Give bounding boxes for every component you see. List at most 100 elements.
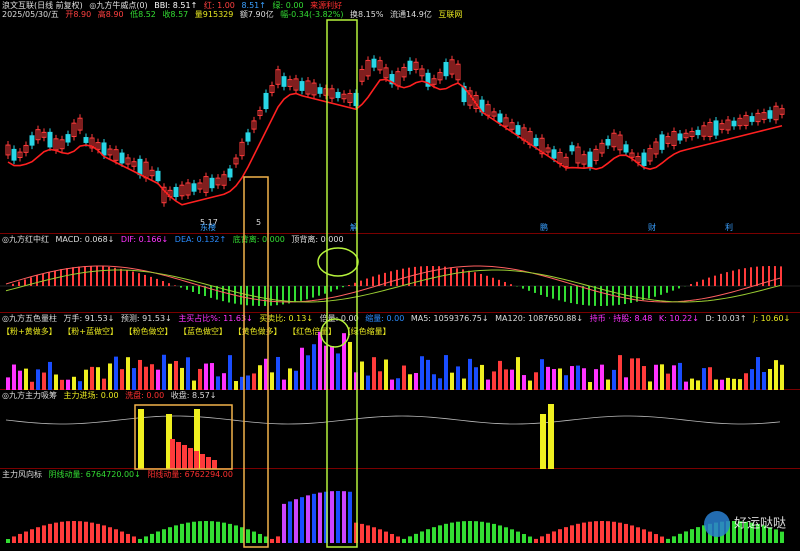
macd-bar — [240, 286, 242, 305]
candle-body — [659, 134, 665, 150]
wind-bar — [282, 503, 286, 543]
macd-chart[interactable] — [0, 234, 800, 313]
candle-body — [281, 76, 287, 87]
macd-bar — [150, 276, 152, 286]
macd-panel[interactable]: ◎九方红中红 MACD: 0.068↓ DIF: 0.166↓ DEA: 0.1… — [0, 234, 800, 313]
wind-bar — [276, 536, 280, 543]
wind-bar — [270, 538, 274, 543]
volume-bar — [474, 367, 478, 390]
wind-chart[interactable] — [0, 469, 800, 551]
wind-bar — [144, 536, 148, 543]
macd-bar — [570, 286, 572, 304]
macd-bar — [594, 286, 596, 306]
wind-bar — [504, 527, 508, 543]
candle-body — [263, 92, 269, 110]
fund-chart[interactable] — [0, 390, 800, 469]
wind-bar — [306, 495, 310, 543]
macd-bar — [36, 275, 38, 286]
wind-bar — [450, 522, 454, 543]
wind-bar — [330, 491, 334, 543]
candle-body — [641, 152, 647, 167]
macd-bar — [390, 271, 392, 286]
volume-bar — [42, 372, 46, 390]
inflow-bar — [548, 404, 554, 469]
volume-bar — [648, 381, 652, 390]
macd-bar — [360, 280, 362, 286]
wind-bar — [576, 523, 580, 543]
wind-bar — [366, 525, 370, 543]
wind-bar — [528, 536, 532, 543]
volume-bar — [714, 379, 718, 390]
candle-body — [605, 139, 611, 146]
candle-body — [623, 144, 629, 153]
volume-bar — [252, 373, 256, 390]
wind-bar — [264, 536, 268, 543]
macd-bar — [12, 283, 14, 286]
volume-bar — [606, 379, 610, 390]
macd-bar — [216, 286, 218, 300]
wind-panel[interactable]: 主力风向标 阴线动量: 6764720.00↓ 阳线动量: 6762294.00 — [0, 469, 800, 551]
volume-bar — [324, 345, 328, 390]
wind-bar — [570, 525, 574, 543]
volume-bar — [426, 359, 430, 390]
candle-body — [713, 120, 719, 136]
fund-panel[interactable]: ◎九方主力吸筹 主力进场: 0.00 洗盘: 0.00 收盘: 8.57↓ — [0, 390, 800, 469]
wash-bar — [182, 445, 187, 469]
wind-bar — [600, 521, 604, 543]
wind-bar — [198, 521, 202, 543]
wind-bar — [594, 521, 598, 543]
wash-bar — [170, 439, 175, 469]
wind-bar — [564, 527, 568, 543]
macd-bar — [18, 281, 20, 286]
volume-bar — [372, 357, 376, 390]
volume-bar — [432, 374, 436, 390]
wash-bar — [188, 448, 193, 469]
wind-bar — [624, 523, 628, 543]
wash-bar — [200, 454, 205, 469]
macd-bar — [180, 286, 182, 288]
macd-bar — [696, 281, 698, 286]
volume-bar — [534, 372, 538, 390]
wind-bar — [42, 525, 46, 543]
volume-bar — [744, 373, 748, 390]
wind-bar — [534, 538, 538, 543]
volume-bar — [348, 341, 352, 390]
volume-panel[interactable]: ◎九方五色量柱 万手: 91.53↓ 预测: 91.53↓ 主买占比%: 11.… — [0, 313, 800, 390]
volume-chart[interactable] — [0, 313, 800, 390]
wind-bar — [12, 536, 16, 543]
wind-bar — [540, 536, 544, 543]
macd-bar — [510, 284, 512, 286]
macd-bar — [294, 286, 296, 303]
watermark-logo-icon — [703, 511, 730, 537]
close-line — [5, 415, 781, 425]
macd-bar — [168, 283, 170, 286]
wind-bar — [66, 521, 70, 543]
chart-annotation: 解 — [350, 222, 358, 232]
macd-bar — [276, 286, 278, 306]
candlestick-chart[interactable]: 5.17 5解鹏财利东楼 — [0, 0, 800, 234]
macd-bar — [156, 278, 158, 286]
wind-bar — [432, 527, 436, 543]
candle-body — [155, 170, 161, 182]
volume-bar — [234, 381, 238, 390]
macd-bar — [420, 266, 422, 286]
macd-bar — [726, 272, 728, 286]
macd-bar — [558, 286, 560, 301]
wind-bar — [222, 522, 226, 543]
volume-bar — [684, 381, 688, 390]
macd-bar — [102, 266, 104, 286]
wind-bar — [120, 531, 124, 543]
volume-bar — [738, 379, 742, 390]
volume-bar — [6, 377, 10, 390]
macd-bar — [720, 273, 722, 286]
macd-bar — [348, 284, 350, 286]
candle-body — [317, 87, 323, 94]
main-chart-panel[interactable]: 浪文互联(日线 前复权) ◎九方牛威点(0) BBI: 8.51↑ 红: 1.0… — [0, 0, 800, 234]
macd-bar — [210, 286, 212, 298]
volume-bar — [150, 364, 154, 390]
candle-body — [533, 137, 539, 147]
wind-bar — [246, 529, 250, 543]
wind-bar — [204, 521, 208, 543]
volume-bar — [66, 379, 70, 390]
macd-bar — [372, 276, 374, 286]
